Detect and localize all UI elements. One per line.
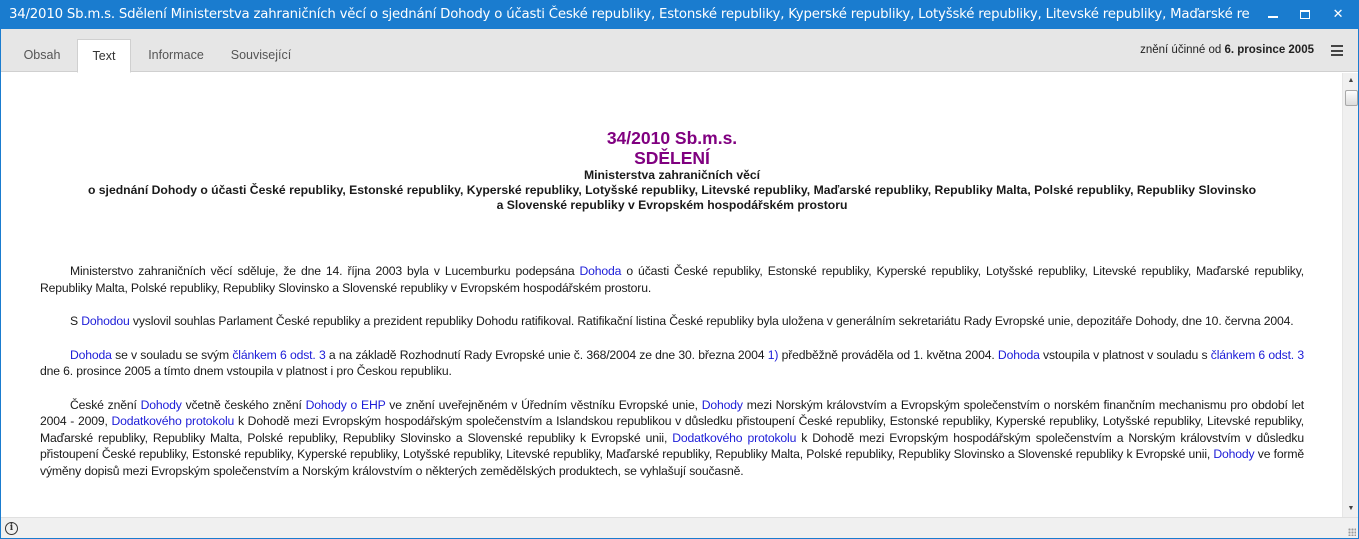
close-button[interactable]: ✕ (1321, 1, 1355, 29)
effective-date[interactable]: 6. prosince 2005 (1225, 44, 1315, 56)
close-icon: ✕ (1332, 7, 1344, 22)
document-link[interactable]: Dohoda (580, 264, 622, 278)
paragraph-text: předběžně prováděla od 1. května 2004. (778, 347, 998, 362)
paragraph-text: se v souladu se svým (111, 347, 233, 362)
paragraph: Ministerstvo zahraničních věcí sděluje, … (40, 263, 1304, 296)
document-link[interactable]: 1) (768, 348, 779, 362)
app-window: 34/2010 Sb.m.s. Sdělení Ministerstva zah… (0, 0, 1359, 539)
resize-grip-icon[interactable] (1348, 528, 1356, 536)
document-link[interactable]: Dohody (141, 398, 182, 412)
paragraph-text: a na základě Rozhodnutí Rady Evropské un… (325, 347, 768, 362)
document-link[interactable]: Dohody (702, 398, 743, 412)
paragraph-text: včetně českého znění (181, 397, 306, 412)
subject-line-2: a Slovenské republiky v Evropském hospod… (496, 198, 848, 212)
document-link[interactable]: Dohoda (998, 348, 1040, 362)
tab-bar: Obsah Text Informace Související znění ú… (1, 29, 1358, 73)
status-bar: i (1, 517, 1358, 538)
paragraph-text: Ministerstvo zahraničních věcí sděluje, … (70, 264, 580, 278)
document-link[interactable]: článkem 6 odst. 3 (1211, 348, 1304, 362)
paragraph: S Dohodou vyslovil souhlas Parlament Čes… (40, 313, 1304, 330)
document-link[interactable]: Dohodou (81, 314, 130, 328)
minimize-button[interactable] (1256, 1, 1290, 29)
document: 34/2010 Sb.m.s. SDĚLENÍ Ministerstva zah… (1, 73, 1342, 479)
document-view: 34/2010 Sb.m.s. SDĚLENÍ Ministerstva zah… (1, 73, 1342, 517)
document-link[interactable]: Dohody (1213, 447, 1254, 461)
info-icon[interactable]: i (5, 522, 18, 535)
hamburger-menu-icon[interactable] (1331, 45, 1343, 56)
document-subject: o sjednání Dohody o účasti České republi… (40, 183, 1304, 213)
document-link[interactable]: Dohody o EHP (306, 398, 386, 412)
scroll-down-arrow-icon[interactable]: ▼ (1343, 501, 1359, 517)
document-link[interactable]: článkem 6 odst. 3 (232, 348, 325, 362)
paragraph-text: S (70, 314, 82, 328)
paragraph-text: České znění (70, 397, 141, 412)
maximize-icon (1300, 10, 1310, 19)
scroll-up-arrow-icon[interactable]: ▲ (1343, 73, 1359, 89)
tab-text[interactable]: Text (77, 39, 131, 73)
window-title: 34/2010 Sb.m.s. Sdělení Ministerstva zah… (9, 7, 1249, 22)
paragraph-text: ve znění uveřejněném v Úředním věstníku … (385, 397, 702, 412)
document-link[interactable]: Dohoda (70, 348, 112, 362)
paragraph-text: dne 6. prosince 2005 a tímto dnem vstoup… (40, 364, 452, 378)
paragraph: Dohoda se v souladu se svým článkem 6 od… (40, 347, 1304, 380)
effective-version: znění účinné od 6. prosince 2005 (1140, 44, 1314, 56)
effective-prefix: znění účinné od (1140, 44, 1225, 56)
minimize-icon (1268, 15, 1278, 18)
tab-informace[interactable]: Informace (137, 39, 215, 72)
paragraph: České znění Dohody včetně českého znění … (40, 397, 1304, 480)
document-issuer: Ministerstva zahraničních věcí (583, 168, 761, 182)
document-header: 34/2010 Sb.m.s. SDĚLENÍ Ministerstva zah… (40, 73, 1304, 213)
document-kind: SDĚLENÍ (634, 148, 710, 168)
title-bar[interactable]: 34/2010 Sb.m.s. Sdělení Ministerstva zah… (1, 1, 1358, 29)
maximize-button[interactable] (1288, 1, 1322, 29)
paragraph-text: vstoupila v platnost v souladu s (1039, 347, 1211, 362)
paragraph-text: vyslovil souhlas Parlament České republi… (129, 314, 1294, 328)
subject-line-1: o sjednání Dohody o účasti České republi… (87, 183, 1257, 197)
tab-souvisejici[interactable]: Související (221, 39, 301, 72)
tab-obsah[interactable]: Obsah (13, 39, 71, 72)
document-link[interactable]: Dodatkového protokolu (672, 431, 796, 445)
document-number: 34/2010 Sb.m.s. (606, 128, 738, 148)
scrollbar-thumb[interactable] (1345, 90, 1358, 106)
vertical-scrollbar[interactable]: ▲ ▼ (1342, 73, 1358, 517)
document-link[interactable]: Dodatkového protokolu (111, 414, 234, 428)
